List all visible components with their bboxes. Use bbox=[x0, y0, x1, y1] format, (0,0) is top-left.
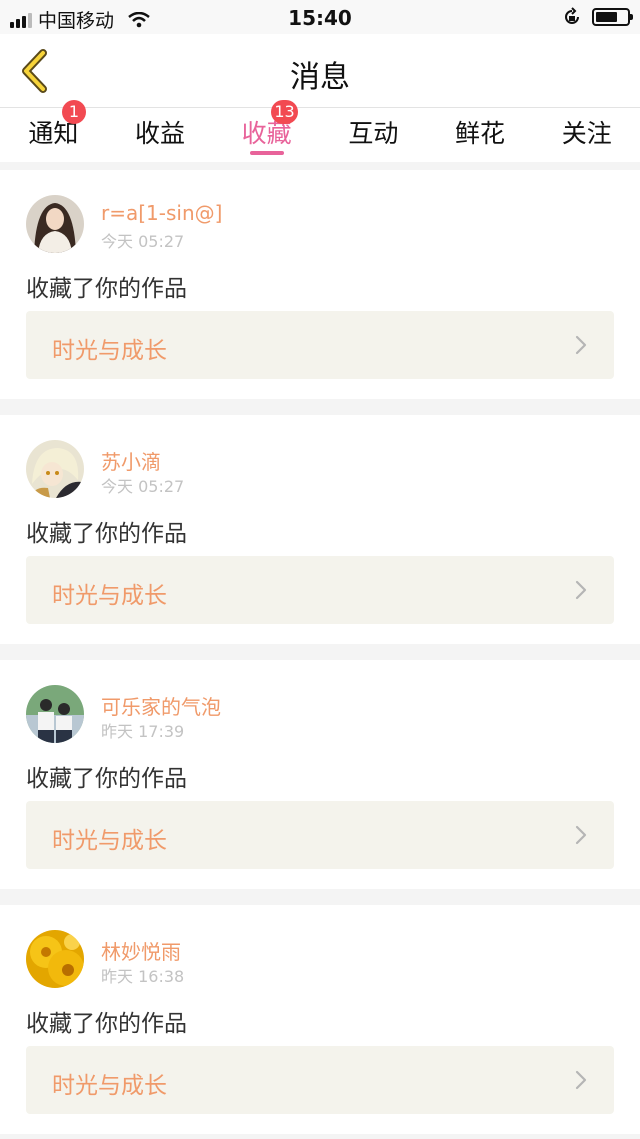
tab-follow[interactable]: 关注 bbox=[533, 108, 640, 162]
tab-label: 鲜花 bbox=[455, 119, 506, 148]
username[interactable]: r=a[1-sin@] bbox=[101, 201, 222, 225]
timestamp: 今天 05:27 bbox=[101, 232, 185, 251]
work-title: 时光与成长 bbox=[52, 828, 167, 854]
username[interactable]: 苏小滴 bbox=[101, 446, 161, 475]
tab-bar: 通知 1 收益 收藏 13 互动 鲜花 关注 bbox=[0, 100, 640, 170]
work-title: 时光与成长 bbox=[52, 338, 167, 364]
message-card: 林妙悦雨昨天 16:38 收藏了你的作品 时光与成长 bbox=[0, 905, 640, 1134]
avatar[interactable] bbox=[26, 685, 84, 743]
message-card: 苏小滴今天 05:27 收藏了你的作品 时光与成长 bbox=[0, 415, 640, 644]
username[interactable]: 可乐家的气泡 bbox=[101, 691, 221, 720]
work-link[interactable]: 时光与成长 bbox=[26, 1046, 614, 1114]
chevron-right-icon bbox=[575, 1070, 587, 1090]
message-list: r=a[1-sin@] 今天 05:27 收藏了你的作品 时光与成长 苏小滴 今天 05:… bbox=[0, 170, 640, 1134]
avatar[interactable] bbox=[26, 195, 84, 253]
tab-earnings[interactable]: 收益 bbox=[107, 108, 214, 162]
timestamp: 昨天 16:38 bbox=[101, 967, 185, 986]
orientation-lock-icon bbox=[565, 7, 579, 24]
tab-label: 收益 bbox=[135, 119, 186, 148]
message-card: r=a[1-sin@] 今天 05:27 收藏了你的作品 时光与成长 bbox=[0, 170, 640, 399]
work-title: 时光与成长 bbox=[52, 1073, 167, 1099]
chevron-right-icon bbox=[575, 335, 587, 355]
tab-badge: 1 bbox=[62, 100, 86, 124]
avatar[interactable] bbox=[26, 440, 84, 498]
work-link[interactable]: 时光与成长 bbox=[26, 311, 614, 379]
action-text: 收藏了你的作品 bbox=[26, 766, 187, 792]
battery-level bbox=[596, 12, 617, 22]
status-time: 15:40 bbox=[288, 6, 352, 30]
page-title: 消息 bbox=[290, 60, 350, 95]
tab-favorites[interactable]: 收藏 13 bbox=[213, 100, 320, 162]
avatar[interactable] bbox=[26, 930, 84, 988]
tab-flowers[interactable]: 鲜花 bbox=[427, 108, 534, 162]
chevron-right-icon bbox=[575, 580, 587, 600]
battery-icon bbox=[592, 8, 633, 26]
timestamp: 今天 05:27 bbox=[101, 477, 185, 496]
action-text: 收藏了你的作品 bbox=[26, 276, 187, 302]
username[interactable]: 林妙悦雨 bbox=[101, 936, 181, 965]
action-text: 收藏了你的作品 bbox=[26, 1011, 187, 1037]
tab-notice[interactable]: 通知 1 bbox=[0, 100, 107, 162]
work-link[interactable]: 时光与成长 bbox=[26, 801, 614, 869]
active-tab-underline bbox=[249, 151, 284, 155]
tab-label: 互动 bbox=[348, 119, 399, 148]
status-right bbox=[562, 7, 633, 27]
nav-bar: 消息 bbox=[0, 34, 640, 108]
work-title: 时光与成长 bbox=[52, 583, 167, 609]
action-text: 收藏了你的作品 bbox=[26, 521, 187, 547]
timestamp: 昨天 17:39 bbox=[101, 722, 185, 741]
tab-interaction[interactable]: 互动 bbox=[320, 108, 427, 162]
chevron-right-icon bbox=[575, 825, 587, 845]
status-bar: 中国移动 15:40 bbox=[0, 0, 640, 34]
message-card: 可乐家的气泡昨天 17:39 收藏了你的作品 时光与成长 bbox=[0, 660, 640, 889]
tab-label: 关注 bbox=[561, 119, 612, 148]
work-link[interactable]: 时光与成长 bbox=[26, 556, 614, 624]
tab-badge: 13 bbox=[271, 100, 298, 124]
